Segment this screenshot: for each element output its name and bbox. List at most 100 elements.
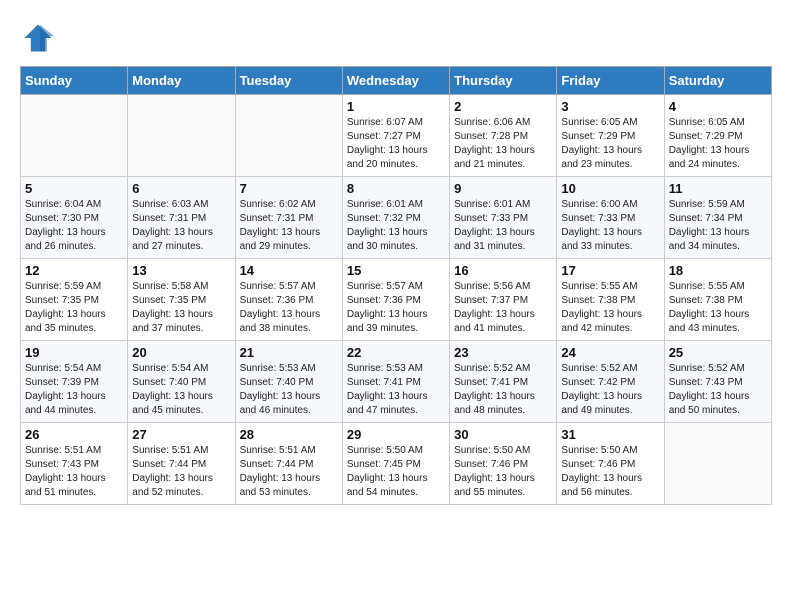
day-info: Sunrise: 5:55 AM Sunset: 7:38 PM Dayligh… xyxy=(669,280,767,336)
day-number: 5 xyxy=(25,181,123,196)
day-info: Sunrise: 5:50 AM Sunset: 7:46 PM Dayligh… xyxy=(561,444,659,500)
day-number: 15 xyxy=(347,263,445,278)
calendar-cell: 14 Sunrise: 5:57 AM Sunset: 7:36 PM Dayli… xyxy=(235,259,342,341)
day-number: 20 xyxy=(132,345,230,360)
calendar-cell: 23 Sunrise: 5:52 AM Sunset: 7:41 PM Dayli… xyxy=(450,341,557,423)
calendar-cell xyxy=(664,423,771,505)
day-number: 17 xyxy=(561,263,659,278)
calendar-week-row: 19 Sunrise: 5:54 AM Sunset: 7:39 PM Dayli… xyxy=(21,341,772,423)
calendar-cell xyxy=(128,95,235,177)
day-info: Sunrise: 6:05 AM Sunset: 7:29 PM Dayligh… xyxy=(669,116,767,172)
calendar-cell: 7 Sunrise: 6:02 AM Sunset: 7:31 PM Daylig… xyxy=(235,177,342,259)
day-info: Sunrise: 5:54 AM Sunset: 7:39 PM Dayligh… xyxy=(25,362,123,418)
day-info: Sunrise: 5:52 AM Sunset: 7:43 PM Dayligh… xyxy=(669,362,767,418)
day-number: 12 xyxy=(25,263,123,278)
calendar-cell: 26 Sunrise: 5:51 AM Sunset: 7:43 PM Dayli… xyxy=(21,423,128,505)
day-number: 19 xyxy=(25,345,123,360)
day-info: Sunrise: 5:55 AM Sunset: 7:38 PM Dayligh… xyxy=(561,280,659,336)
calendar-cell: 5 Sunrise: 6:04 AM Sunset: 7:30 PM Daylig… xyxy=(21,177,128,259)
weekday-header: Wednesday xyxy=(342,67,449,95)
day-number: 31 xyxy=(561,427,659,442)
calendar-cell: 31 Sunrise: 5:50 AM Sunset: 7:46 PM Dayli… xyxy=(557,423,664,505)
day-info: Sunrise: 6:04 AM Sunset: 7:30 PM Dayligh… xyxy=(25,198,123,254)
calendar-cell: 20 Sunrise: 5:54 AM Sunset: 7:40 PM Dayli… xyxy=(128,341,235,423)
day-info: Sunrise: 6:06 AM Sunset: 7:28 PM Dayligh… xyxy=(454,116,552,172)
day-info: Sunrise: 5:57 AM Sunset: 7:36 PM Dayligh… xyxy=(347,280,445,336)
day-info: Sunrise: 6:02 AM Sunset: 7:31 PM Dayligh… xyxy=(240,198,338,254)
day-number: 10 xyxy=(561,181,659,196)
calendar-cell xyxy=(235,95,342,177)
calendar-cell: 2 Sunrise: 6:06 AM Sunset: 7:28 PM Daylig… xyxy=(450,95,557,177)
day-number: 22 xyxy=(347,345,445,360)
calendar-cell: 11Sunrise: 5:59 AM Sunset: 7:34 PM Dayli… xyxy=(664,177,771,259)
day-number: 16 xyxy=(454,263,552,278)
calendar-week-row: 1 Sunrise: 6:07 AM Sunset: 7:27 PM Daylig… xyxy=(21,95,772,177)
calendar-cell: 27Sunrise: 5:51 AM Sunset: 7:44 PM Dayli… xyxy=(128,423,235,505)
day-info: Sunrise: 5:50 AM Sunset: 7:45 PM Dayligh… xyxy=(347,444,445,500)
day-number: 30 xyxy=(454,427,552,442)
calendar-cell: 15 Sunrise: 5:57 AM Sunset: 7:36 PM Dayli… xyxy=(342,259,449,341)
day-number: 11 xyxy=(669,181,767,196)
day-info: Sunrise: 5:57 AM Sunset: 7:36 PM Dayligh… xyxy=(240,280,338,336)
day-number: 2 xyxy=(454,99,552,114)
calendar-week-row: 26 Sunrise: 5:51 AM Sunset: 7:43 PM Dayli… xyxy=(21,423,772,505)
day-number: 1 xyxy=(347,99,445,114)
day-info: Sunrise: 6:01 AM Sunset: 7:33 PM Dayligh… xyxy=(454,198,552,254)
weekday-header: Monday xyxy=(128,67,235,95)
calendar-cell: 8 Sunrise: 6:01 AM Sunset: 7:32 PM Daylig… xyxy=(342,177,449,259)
calendar-header-row: SundayMondayTuesdayWednesdayThursdayFrid… xyxy=(21,67,772,95)
day-number: 4 xyxy=(669,99,767,114)
weekday-header: Saturday xyxy=(664,67,771,95)
calendar-table: SundayMondayTuesdayWednesdayThursdayFrid… xyxy=(20,66,772,505)
calendar-cell: 1 Sunrise: 6:07 AM Sunset: 7:27 PM Daylig… xyxy=(342,95,449,177)
day-info: Sunrise: 5:54 AM Sunset: 7:40 PM Dayligh… xyxy=(132,362,230,418)
calendar-cell: 25 Sunrise: 5:52 AM Sunset: 7:43 PM Dayli… xyxy=(664,341,771,423)
calendar-cell: 29 Sunrise: 5:50 AM Sunset: 7:45 PM Dayli… xyxy=(342,423,449,505)
calendar-cell: 28 Sunrise: 5:51 AM Sunset: 7:44 PM Dayli… xyxy=(235,423,342,505)
calendar-cell: 16Sunrise: 5:56 AM Sunset: 7:37 PM Dayli… xyxy=(450,259,557,341)
calendar-cell: 18Sunrise: 5:55 AM Sunset: 7:38 PM Dayli… xyxy=(664,259,771,341)
day-info: Sunrise: 6:01 AM Sunset: 7:32 PM Dayligh… xyxy=(347,198,445,254)
day-number: 23 xyxy=(454,345,552,360)
day-number: 6 xyxy=(132,181,230,196)
day-number: 25 xyxy=(669,345,767,360)
day-info: Sunrise: 5:52 AM Sunset: 7:41 PM Dayligh… xyxy=(454,362,552,418)
day-number: 29 xyxy=(347,427,445,442)
calendar-cell: 3 Sunrise: 6:05 AM Sunset: 7:29 PM Daylig… xyxy=(557,95,664,177)
day-number: 3 xyxy=(561,99,659,114)
calendar-cell: 21 Sunrise: 5:53 AM Sunset: 7:40 PM Dayli… xyxy=(235,341,342,423)
weekday-header: Sunday xyxy=(21,67,128,95)
calendar-cell: 24 Sunrise: 5:52 AM Sunset: 7:42 PM Dayli… xyxy=(557,341,664,423)
calendar-cell: 13 Sunrise: 5:58 AM Sunset: 7:35 PM Dayli… xyxy=(128,259,235,341)
logo xyxy=(20,20,62,56)
calendar-cell: 4 Sunrise: 6:05 AM Sunset: 7:29 PM Daylig… xyxy=(664,95,771,177)
day-number: 7 xyxy=(240,181,338,196)
calendar-week-row: 5 Sunrise: 6:04 AM Sunset: 7:30 PM Daylig… xyxy=(21,177,772,259)
day-info: Sunrise: 5:50 AM Sunset: 7:46 PM Dayligh… xyxy=(454,444,552,500)
day-number: 8 xyxy=(347,181,445,196)
day-info: Sunrise: 5:53 AM Sunset: 7:41 PM Dayligh… xyxy=(347,362,445,418)
day-number: 26 xyxy=(25,427,123,442)
logo-icon xyxy=(20,20,56,56)
day-info: Sunrise: 6:00 AM Sunset: 7:33 PM Dayligh… xyxy=(561,198,659,254)
calendar-week-row: 12 Sunrise: 5:59 AM Sunset: 7:35 PM Dayli… xyxy=(21,259,772,341)
weekday-header: Tuesday xyxy=(235,67,342,95)
day-info: Sunrise: 5:52 AM Sunset: 7:42 PM Dayligh… xyxy=(561,362,659,418)
day-number: 14 xyxy=(240,263,338,278)
day-info: Sunrise: 5:51 AM Sunset: 7:44 PM Dayligh… xyxy=(132,444,230,500)
day-info: Sunrise: 5:53 AM Sunset: 7:40 PM Dayligh… xyxy=(240,362,338,418)
day-info: Sunrise: 5:58 AM Sunset: 7:35 PM Dayligh… xyxy=(132,280,230,336)
day-info: Sunrise: 5:51 AM Sunset: 7:44 PM Dayligh… xyxy=(240,444,338,500)
day-info: Sunrise: 6:05 AM Sunset: 7:29 PM Dayligh… xyxy=(561,116,659,172)
day-info: Sunrise: 5:59 AM Sunset: 7:35 PM Dayligh… xyxy=(25,280,123,336)
calendar-cell: 12 Sunrise: 5:59 AM Sunset: 7:35 PM Dayli… xyxy=(21,259,128,341)
calendar-cell xyxy=(21,95,128,177)
day-info: Sunrise: 6:07 AM Sunset: 7:27 PM Dayligh… xyxy=(347,116,445,172)
calendar-cell: 17 Sunrise: 5:55 AM Sunset: 7:38 PM Dayli… xyxy=(557,259,664,341)
day-number: 28 xyxy=(240,427,338,442)
day-number: 24 xyxy=(561,345,659,360)
day-number: 13 xyxy=(132,263,230,278)
day-number: 21 xyxy=(240,345,338,360)
day-info: Sunrise: 5:51 AM Sunset: 7:43 PM Dayligh… xyxy=(25,444,123,500)
weekday-header: Friday xyxy=(557,67,664,95)
